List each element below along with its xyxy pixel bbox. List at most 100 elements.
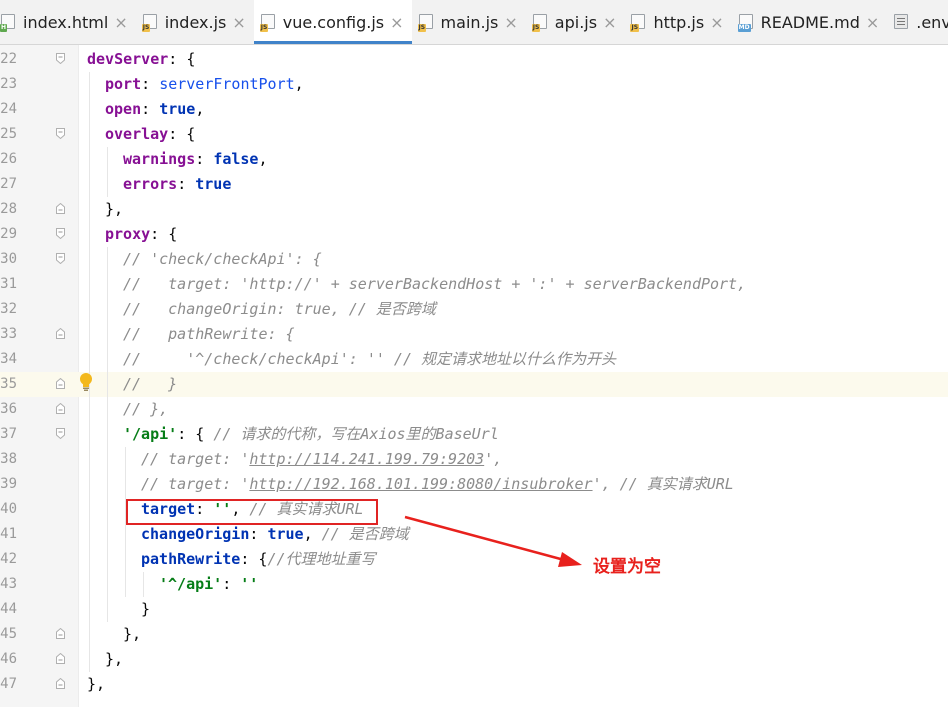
code-line[interactable]: 41 changeOrigin: true, // 是否跨域 (0, 522, 948, 547)
code-token: //代理地址重写 (267, 550, 376, 568)
fold-end-icon[interactable] (56, 203, 65, 214)
close-icon[interactable]: × (504, 13, 517, 32)
code-line[interactable]: 45}, (0, 622, 948, 647)
code-token: ', // 真实请求URL (592, 475, 734, 493)
code-line[interactable]: 25 overlay: { (0, 122, 948, 147)
indent-guide (107, 147, 108, 197)
code-token: // }, (123, 400, 169, 418)
close-icon[interactable]: × (710, 13, 723, 32)
js-file-icon: JS (630, 14, 647, 32)
code-text: // target: 'http://' + serverBackendHost… (123, 272, 746, 297)
tab-index-html[interactable]: Hindex.html × (0, 0, 136, 44)
close-icon[interactable]: × (114, 13, 127, 32)
fold-open-icon[interactable] (56, 53, 65, 64)
code-token: : { (168, 50, 196, 68)
code-line[interactable]: 27 errors: true (0, 172, 948, 197)
code-line[interactable]: 36 // }, (0, 397, 948, 422)
indent-guide (107, 247, 108, 622)
js-file-icon: JS (531, 14, 549, 32)
code-line[interactable]: 42 pathRewrite: {//代理地址重写 (0, 547, 948, 572)
highlight-box (126, 499, 378, 525)
code-text: // '^/check/checkApi': '' // 规定请求地址以什么作为… (123, 347, 616, 372)
tab-env[interactable]: .env (887, 0, 948, 44)
code-text: warnings: false, (123, 147, 268, 172)
tab-readme-md[interactable]: MD README.md × (732, 0, 888, 44)
tab-main-js[interactable]: JS main.js × (412, 0, 526, 44)
fold-end-icon[interactable] (56, 403, 65, 414)
line-number: 29 (0, 226, 17, 242)
editor-tab-bar: Hindex.html × JS index.js × JS vue.config.js × J… (0, 0, 948, 45)
tab-api-js[interactable]: JS api.js × (526, 0, 625, 44)
code-token: false (213, 150, 259, 168)
fold-open-icon[interactable] (56, 228, 65, 239)
code-line[interactable]: 29 proxy: { (0, 222, 948, 247)
close-icon[interactable]: × (390, 13, 403, 32)
code-line[interactable]: 23 port: serverFrontPort, (0, 72, 948, 97)
code-token: // pathRewrite: { (123, 325, 295, 343)
code-text: '^/api': '' (159, 572, 258, 597)
close-icon[interactable]: × (232, 13, 245, 32)
code-token: true (159, 100, 196, 118)
line-number: 32 (0, 301, 17, 317)
line-number: 45 (0, 626, 17, 642)
code-line[interactable]: 32 // changeOrigin: true, // 是否跨域 (0, 297, 948, 322)
js-file-icon: JS (259, 14, 277, 32)
code-token: }, (87, 675, 106, 693)
code-text: pathRewrite: {//代理地址重写 (141, 547, 376, 572)
code-line[interactable]: 30 // 'check/checkApi': { (0, 247, 948, 272)
line-number: 27 (0, 176, 17, 192)
fold-open-icon[interactable] (56, 253, 65, 264)
code-token: pathRewrite (141, 550, 241, 568)
code-line[interactable]: 26 warnings: false, (0, 147, 948, 172)
fold-end-icon[interactable] (56, 328, 65, 339)
line-number: 35 (0, 376, 17, 392)
code-line[interactable]: 37 '/api': { // 请求的代称，写在Axios里的BaseUrl (0, 422, 948, 447)
code-token: open (105, 100, 142, 118)
code-text: // target: 'http://192.168.101.199:8080/… (141, 472, 734, 497)
code-text: // pathRewrite: { (123, 322, 295, 347)
code-text: port: serverFrontPort, (105, 72, 304, 97)
code-line[interactable]: 35 // } (0, 372, 948, 397)
fold-end-icon[interactable] (56, 378, 65, 389)
code-text: proxy: { (105, 222, 177, 247)
fold-open-icon[interactable] (56, 428, 65, 439)
code-line[interactable]: 24 open: true, (0, 97, 948, 122)
close-icon[interactable]: × (603, 13, 616, 32)
line-number: 34 (0, 351, 17, 367)
code-line[interactable]: 31 // target: 'http://' + serverBackendHo… (0, 272, 948, 297)
code-line[interactable]: 22 devServer: { (0, 47, 948, 72)
code-line[interactable]: 44} (0, 597, 948, 622)
tab-http-js[interactable]: JS http.js × (624, 0, 731, 44)
line-number: 24 (0, 101, 17, 117)
code-line[interactable]: 33 // pathRewrite: { (0, 322, 948, 347)
js-file-icon: JS (417, 14, 435, 32)
tab-index-js[interactable]: JS index.js × (136, 0, 254, 44)
tab-label: index.js (164, 12, 227, 32)
text-file-icon (893, 14, 910, 30)
code-token: devServer (87, 50, 169, 68)
code-line[interactable]: 47}, (0, 672, 948, 697)
code-line[interactable]: 34 // '^/check/checkApi': '' // 规定请求地址以什么… (0, 347, 948, 372)
code-line[interactable]: 39 // target: 'http://192.168.101.199:808… (0, 472, 948, 497)
code-token: : (141, 100, 160, 118)
fold-end-icon[interactable] (56, 678, 65, 689)
code-token: errors (123, 175, 178, 193)
tab-vue-config-js[interactable]: JS vue.config.js × (253, 0, 412, 44)
code-line[interactable]: 28}, (0, 197, 948, 222)
code-text: }, (105, 647, 123, 672)
code-token: changeOrigin (141, 525, 250, 543)
code-line[interactable]: 46}, (0, 647, 948, 672)
line-number: 31 (0, 276, 17, 292)
fold-end-icon[interactable] (56, 628, 65, 639)
code-token: : (177, 175, 196, 193)
code-token: : { (168, 125, 196, 143)
line-number: 39 (0, 476, 17, 492)
code-text: overlay: { (105, 122, 195, 147)
code-token: , (294, 75, 304, 93)
code-text: // } (123, 372, 177, 397)
code-line[interactable]: 38 // target: 'http://114.241.199.79:9203… (0, 447, 948, 472)
fold-end-icon[interactable] (56, 653, 65, 664)
lightbulb-icon[interactable] (78, 372, 94, 392)
fold-open-icon[interactable] (56, 128, 65, 139)
close-icon[interactable]: × (866, 13, 879, 32)
